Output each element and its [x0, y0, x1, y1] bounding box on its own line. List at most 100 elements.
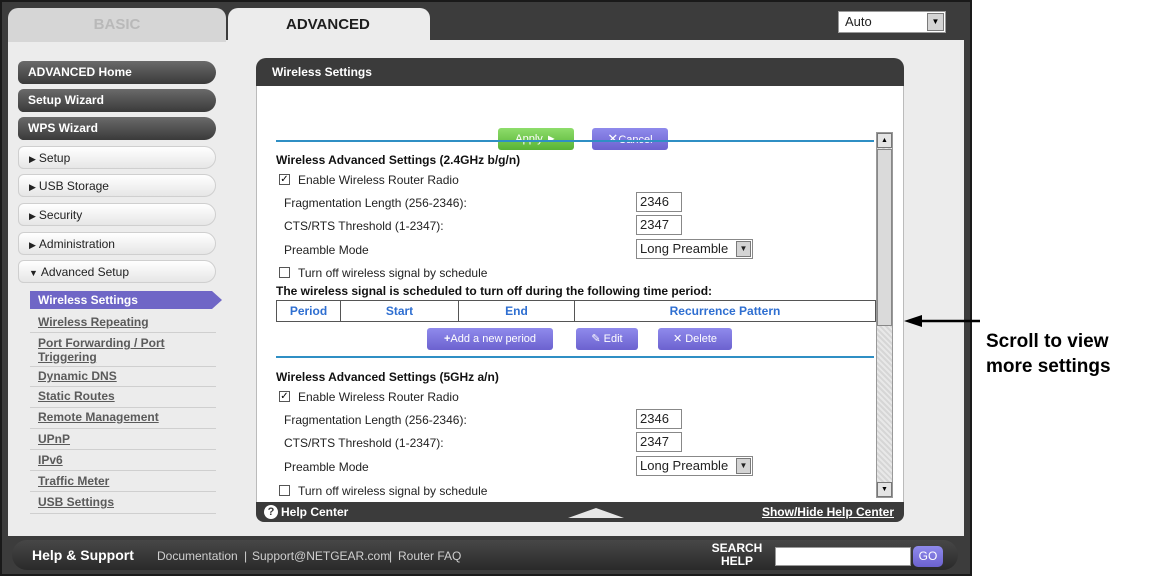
- preamble-5-select[interactable]: Long Preamble ▼: [636, 456, 753, 476]
- triangle-right-icon: ▶: [29, 240, 36, 250]
- enable-radio-5-label: Enable Wireless Router Radio: [298, 390, 459, 404]
- search-help-input[interactable]: [775, 547, 911, 566]
- preamble-5-value: Long Preamble: [640, 458, 729, 473]
- help-icon: ?: [264, 505, 278, 519]
- sidebar-setup-wizard[interactable]: Setup Wizard: [18, 89, 216, 112]
- frag-length-5-label: Fragmentation Length (256-2346):: [284, 413, 467, 427]
- divider: [30, 386, 216, 387]
- divider: [30, 491, 216, 492]
- sidebar-menu-label: Advanced Setup: [40, 265, 129, 279]
- schedule-table: Period Start End Recurrence Pattern: [276, 300, 876, 322]
- collapse-triangle-icon[interactable]: [568, 508, 624, 518]
- chevron-down-icon[interactable]: ▼: [736, 458, 751, 474]
- support-email-link[interactable]: Support@NETGEAR.com: [252, 549, 390, 563]
- divider: [30, 332, 216, 333]
- cts-threshold-24-label: CTS/RTS Threshold (1-2347):: [284, 219, 444, 233]
- sidebar-item-usb-settings[interactable]: USB Settings: [38, 495, 114, 509]
- show-hide-help-link[interactable]: Show/Hide Help Center: [762, 502, 894, 522]
- divider: [30, 449, 216, 450]
- cts-threshold-24-input[interactable]: 2347: [636, 215, 682, 235]
- help-center-bar: ? Help Center Show/Hide Help Center: [256, 502, 904, 522]
- sidebar-menu-setup[interactable]: ▶ Setup: [18, 146, 216, 169]
- router-faq-link[interactable]: Router FAQ: [398, 549, 461, 563]
- preamble-24-select[interactable]: Long Preamble ▼: [636, 239, 753, 259]
- tab-basic[interactable]: BASIC: [8, 8, 226, 42]
- delete-label: Delete: [685, 333, 718, 345]
- sidebar-item-remote-management[interactable]: Remote Management: [38, 410, 159, 424]
- preamble-24-value: Long Preamble: [640, 241, 729, 256]
- scroll-down-icon[interactable]: ▼: [877, 482, 892, 497]
- frag-length-5-input[interactable]: 2346: [636, 409, 682, 429]
- sidebar-wps-wizard[interactable]: WPS Wizard: [18, 117, 216, 140]
- add-period-button[interactable]: +Add a new period: [427, 328, 553, 350]
- schedule-5-checkbox[interactable]: [279, 485, 290, 496]
- pencil-icon: ✎: [591, 333, 604, 345]
- active-pointer-icon: [212, 291, 222, 309]
- table-header-end: End: [459, 301, 575, 321]
- sidebar-item-dynamic-dns[interactable]: Dynamic DNS: [38, 369, 117, 383]
- sidebar-item-port-forwarding[interactable]: Port Forwarding / Port: [38, 336, 165, 350]
- language-select-value: Auto: [845, 14, 872, 29]
- delete-button[interactable]: ✕ Delete: [658, 328, 732, 350]
- enable-radio-5-checkbox[interactable]: ✓: [279, 391, 290, 402]
- divider: [30, 428, 216, 429]
- sidebar-menu-label: Administration: [38, 237, 115, 251]
- edit-button[interactable]: ✎ Edit: [576, 328, 638, 350]
- section-divider: [276, 356, 874, 358]
- scroll-up-icon[interactable]: ▲: [877, 133, 892, 148]
- sidebar-menu-administration[interactable]: ▶ Administration: [18, 232, 216, 255]
- preamble-24-label: Preamble Mode: [284, 243, 369, 257]
- divider: [30, 470, 216, 471]
- help-center-link[interactable]: Help Center: [281, 502, 348, 522]
- sidebar-menu-security[interactable]: ▶ Security: [18, 203, 216, 226]
- scrollbar-thumb[interactable]: [877, 149, 892, 326]
- preamble-5-label: Preamble Mode: [284, 460, 369, 474]
- cts-threshold-5-input[interactable]: 2347: [636, 432, 682, 452]
- panel-title: Wireless Settings: [256, 58, 904, 88]
- sidebar-item-static-routes[interactable]: Static Routes: [38, 389, 115, 403]
- sidebar-item-upnp[interactable]: UPnP: [38, 432, 70, 446]
- schedule-24-label: Turn off wireless signal by schedule: [298, 266, 488, 280]
- enable-radio-24-checkbox[interactable]: ✓: [279, 174, 290, 185]
- sidebar-item-wireless-repeating[interactable]: Wireless Repeating: [38, 315, 149, 329]
- documentation-link[interactable]: Documentation: [157, 549, 238, 563]
- section-divider: [276, 140, 874, 142]
- frag-length-24-label: Fragmentation Length (256-2346):: [284, 196, 467, 210]
- table-header-period: Period: [277, 301, 341, 321]
- add-period-label: Add a new period: [450, 333, 537, 345]
- go-button[interactable]: GO: [913, 546, 943, 567]
- triangle-right-icon: ▶: [29, 154, 36, 164]
- tab-advanced[interactable]: ADVANCED: [228, 8, 430, 42]
- language-select[interactable]: Auto ▼: [838, 11, 946, 33]
- chevron-down-icon[interactable]: ▼: [927, 13, 944, 31]
- search-help-label: SEARCH HELP: [707, 542, 767, 568]
- sidebar-item-wireless-settings[interactable]: Wireless Settings: [38, 293, 138, 307]
- divider: [30, 366, 216, 367]
- schedule-note: The wireless signal is scheduled to turn…: [276, 284, 713, 298]
- table-header-start: Start: [341, 301, 459, 321]
- table-header-recurrence: Recurrence Pattern: [669, 304, 781, 318]
- sidebar-menu-advanced-setup[interactable]: ▼ Advanced Setup: [18, 260, 216, 283]
- schedule-5-label: Turn off wireless signal by schedule: [298, 484, 488, 498]
- frag-length-24-input[interactable]: 2346: [636, 192, 682, 212]
- sidebar-item-traffic-meter[interactable]: Traffic Meter: [38, 474, 109, 488]
- sidebar-menu-label: Security: [38, 208, 83, 222]
- sidebar-menu-label: USB Storage: [38, 179, 109, 193]
- sidebar-advanced-home[interactable]: ADVANCED Home: [18, 61, 216, 84]
- sidebar-menu-usb-storage[interactable]: ▶ USB Storage: [18, 174, 216, 197]
- schedule-24-checkbox[interactable]: [279, 267, 290, 278]
- cts-threshold-5-label: CTS/RTS Threshold (1-2347):: [284, 436, 444, 450]
- section-title-24ghz: Wireless Advanced Settings (2.4GHz b/g/n…: [276, 153, 521, 167]
- triangle-right-icon: ▶: [29, 182, 36, 192]
- sidebar-item-ipv6[interactable]: IPv6: [38, 453, 63, 467]
- help-support-title: Help & Support: [32, 547, 134, 563]
- separator: |: [244, 549, 248, 563]
- panel-scrollbar[interactable]: ▲ ▼: [876, 132, 893, 498]
- sidebar-menu-label: Setup: [38, 151, 71, 165]
- close-icon: ✕: [672, 333, 686, 345]
- enable-radio-24-label: Enable Wireless Router Radio: [298, 173, 459, 187]
- divider: [30, 513, 216, 514]
- triangle-down-icon: ▼: [29, 268, 38, 278]
- chevron-down-icon[interactable]: ▼: [736, 241, 751, 257]
- sidebar-item-port-forwarding-cont[interactable]: Triggering: [38, 350, 97, 364]
